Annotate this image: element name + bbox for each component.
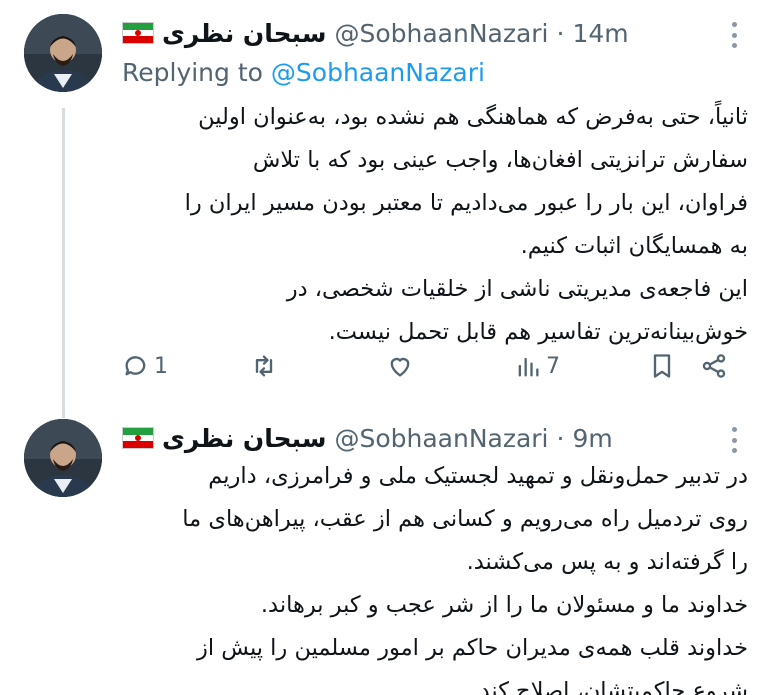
tweet-header: سبحان نظری @SobhaanNazari · 14m <box>122 14 738 52</box>
iran-flag-icon <box>122 22 154 44</box>
tweet-text-line: خداوند ما و مسئولان ما را از شر عجب و کب… <box>260 592 748 618</box>
bookmark-button[interactable] <box>648 346 676 386</box>
tweet-text-line: روی تردمیل راه می‌رویم و کسانی هم از عقب… <box>182 506 748 532</box>
tweet-text-line: فراوان، این بار را عبور می‌دادیم تا معتب… <box>184 190 748 216</box>
replying-to: Replying to @SobhaanNazari <box>122 58 485 87</box>
more-options-icon[interactable] <box>732 22 740 48</box>
tweet-actions: 1 7 <box>122 346 732 386</box>
views-icon <box>518 357 539 377</box>
tweet[interactable]: سبحان نظری @SobhaanNazari · 9m در تدبیر … <box>0 405 768 695</box>
views-button[interactable]: 7 <box>514 346 560 386</box>
more-options-icon[interactable] <box>732 427 740 453</box>
reply-count: 1 <box>154 353 168 379</box>
tweet-text-line: سفارش ترانزیتی افغان‌ها، واجب عینی بود ک… <box>252 147 748 173</box>
bookmark-icon <box>653 354 671 378</box>
heart-icon <box>390 357 410 377</box>
author-handle[interactable]: @SobhaanNazari <box>334 19 548 48</box>
like-button[interactable] <box>386 346 418 386</box>
retweet-button[interactable] <box>250 346 282 386</box>
replying-to-handle[interactable]: @SobhaanNazari <box>271 58 485 87</box>
share-button[interactable] <box>700 346 728 386</box>
tweet-text: ثانیاً، حتی به‌فرض که هماهنگی هم نشده بو… <box>122 96 748 354</box>
tweet-text: در تدبیر حمل‌ونقل و تمهید لجستیک ملی و ف… <box>122 455 748 695</box>
avatar[interactable] <box>24 14 102 92</box>
share-icon <box>702 354 726 378</box>
retweet-icon <box>255 355 273 377</box>
tweet-header: سبحان نظری @SobhaanNazari · 9m <box>122 419 738 457</box>
replying-to-label: Replying to <box>122 58 263 87</box>
tweet[interactable]: سبحان نظری @SobhaanNazari · 14m Replying… <box>0 0 768 405</box>
comment-icon <box>125 356 146 376</box>
author-name[interactable]: سبحان نظری <box>162 424 326 453</box>
iran-flag-icon <box>122 427 154 449</box>
tweet-text-line: این فاجعه‌ی مدیریتی ناشی از خلقیات شخصی،… <box>286 276 748 302</box>
tweet-text-line: به همسایگان اثبات کنیم. <box>520 233 748 259</box>
separator-dot: · <box>556 423 565 453</box>
tweet-text-line: ثانیاً، حتی به‌فرض که هماهنگی هم نشده بو… <box>198 104 748 130</box>
views-count: 7 <box>546 353 560 379</box>
reply-button[interactable]: 1 <box>122 346 168 386</box>
tweet-timestamp[interactable]: 14m <box>572 19 628 48</box>
tweet-text-line: شروع حاکمیتشان، اصلاح کند. <box>472 678 748 695</box>
tweet-text-line: را گرفته‌اند و به پس می‌کشند. <box>466 549 748 575</box>
separator-dot: · <box>556 18 565 48</box>
author-handle[interactable]: @SobhaanNazari <box>334 424 548 453</box>
avatar[interactable] <box>24 419 102 497</box>
author-name[interactable]: سبحان نظری <box>162 19 326 48</box>
tweet-text-line: در تدبیر حمل‌ونقل و تمهید لجستیک ملی و ف… <box>208 463 748 489</box>
tweet-text-line: خداوند قلب همه‌ی مدیران حاکم بر امور مسل… <box>197 635 748 661</box>
tweet-timestamp[interactable]: 9m <box>572 424 612 453</box>
